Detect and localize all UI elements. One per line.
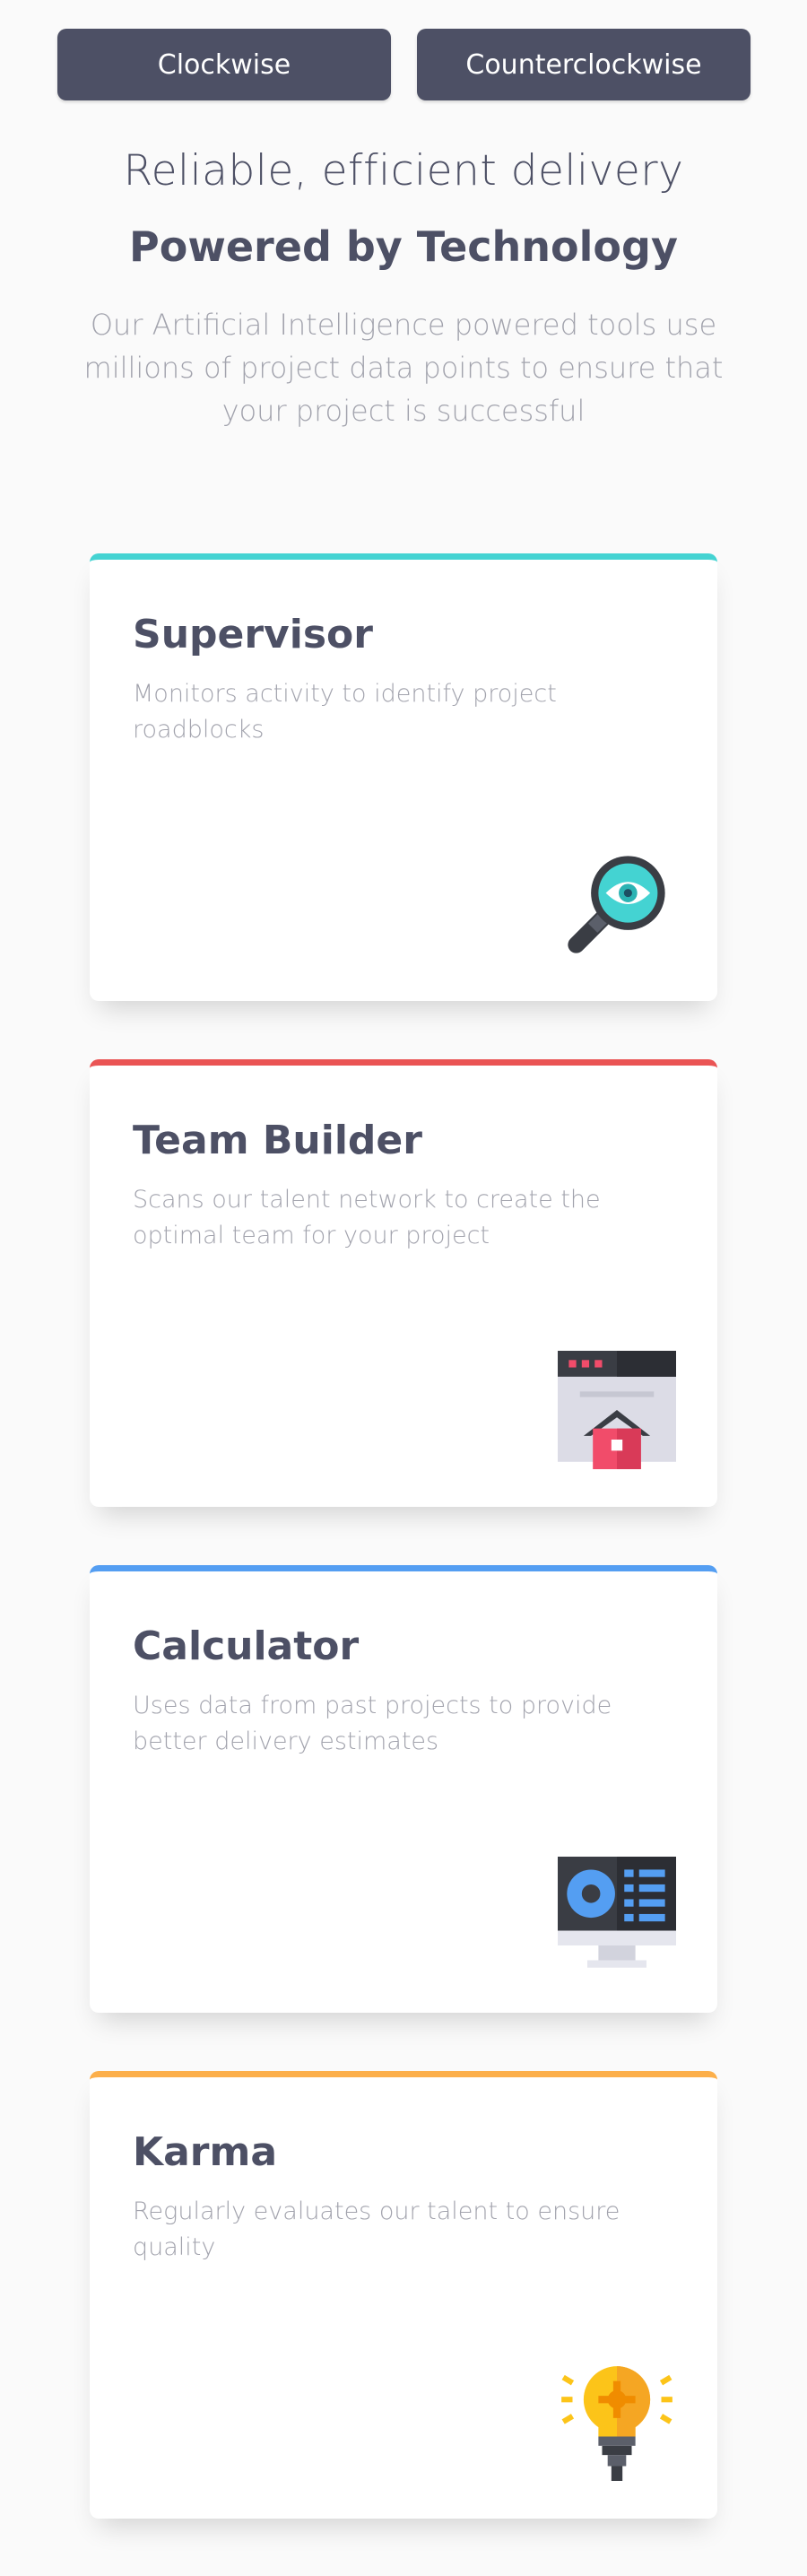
monitor-chart-icon [558, 1857, 676, 1975]
page-description: Our Artificial Intelligence powered tool… [83, 308, 724, 428]
card-description: Uses data from past projects to provide … [133, 1692, 612, 1755]
page-header: Reliable, efficient delivery Powered by … [0, 140, 807, 432]
counterclockwise-button[interactable]: Counterclockwise [417, 29, 751, 100]
clockwise-button[interactable]: Clockwise [57, 29, 391, 100]
feature-card-supervisor: Supervisor Monitors activity to identify… [90, 553, 717, 1001]
card-title: Karma [133, 2129, 278, 2175]
button-row: Clockwise Counterclockwise [57, 29, 751, 100]
page-title: Powered by Technology [129, 222, 678, 271]
card-description: Regularly evaluates our talent to ensure… [133, 2197, 620, 2261]
feature-card-calculator: Calculator Uses data from past projects … [90, 1565, 717, 2013]
card-description: Monitors activity to identify project ro… [133, 680, 557, 744]
lightbulb-icon [558, 2363, 676, 2481]
feature-card-team-builder: Team Builder Scans our talent network to… [90, 1059, 717, 1507]
page-subtitle: Reliable, efficient delivery [123, 146, 684, 196]
card-title: Team Builder [133, 1118, 422, 1163]
browser-house-icon [558, 1351, 676, 1469]
card-title: Calculator [133, 1623, 360, 1669]
card-description: Scans our talent network to create the o… [133, 1186, 601, 1249]
card-title: Supervisor [133, 612, 373, 657]
feature-card-karma: Karma Regularly evaluates our talent to … [90, 2071, 717, 2519]
magnifier-eye-icon [558, 845, 676, 963]
